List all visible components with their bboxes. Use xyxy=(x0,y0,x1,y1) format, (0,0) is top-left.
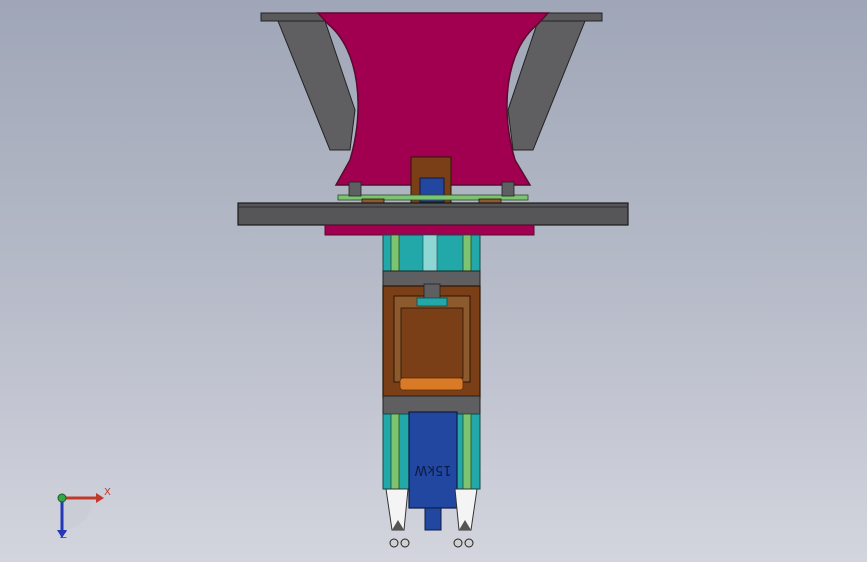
coupling-ring xyxy=(399,377,464,391)
y-axis-dot-icon xyxy=(57,493,67,503)
motor-body xyxy=(408,411,458,509)
caster-right-1 xyxy=(453,538,463,548)
lower-rail-right xyxy=(462,413,472,490)
foot-left xyxy=(348,181,362,197)
caster-right-2 xyxy=(464,538,474,548)
caster-left-1 xyxy=(389,538,399,548)
foot-right xyxy=(501,181,515,197)
upper-rail-right xyxy=(462,234,472,274)
main-base-plate xyxy=(237,202,629,226)
motor-shaft xyxy=(424,507,442,531)
triad-shadow-icon xyxy=(62,500,92,530)
cad-viewport[interactable]: 15kW X Z xyxy=(0,0,867,562)
gearbox-top-hub xyxy=(416,297,448,307)
gearbox-lower-band xyxy=(382,395,481,415)
motor-rating-label: 15kW xyxy=(414,462,451,477)
x-axis-label: X xyxy=(104,487,111,498)
assembly-model[interactable]: 15kW xyxy=(0,0,867,562)
coordinate-triad xyxy=(57,493,104,538)
upper-rail-left xyxy=(390,234,400,274)
gearbox-inner-core xyxy=(400,307,464,379)
lower-rail-left xyxy=(390,413,400,490)
upper-center-strip xyxy=(422,234,438,274)
z-axis-label: Z xyxy=(60,530,67,541)
caster-left-2 xyxy=(400,538,410,548)
hopper-lower-lip xyxy=(324,224,535,236)
